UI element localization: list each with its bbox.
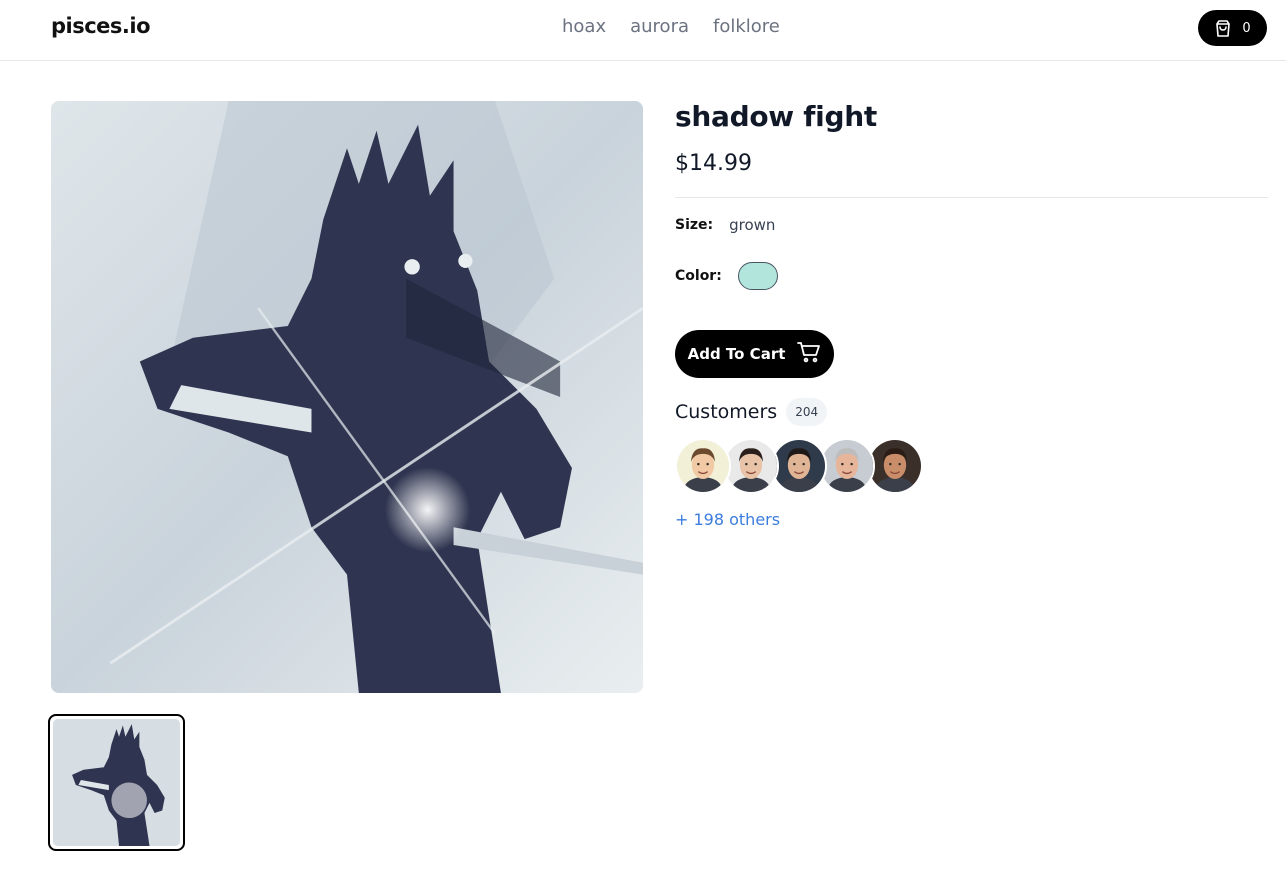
others-link[interactable]: + 198 others [675, 510, 780, 529]
product-thumbnail[interactable] [48, 714, 185, 851]
shadow-fight-artwork [51, 101, 643, 693]
shadow-fight-thumbnail-artwork [53, 719, 180, 846]
nav-link-aurora[interactable]: aurora [630, 16, 689, 37]
size-row: Size: grown [675, 216, 775, 234]
nav-link-folklore[interactable]: folklore [713, 16, 780, 37]
customers-heading: Customers 204 [675, 398, 828, 426]
color-swatch[interactable] [737, 262, 778, 290]
cart-count: 0 [1242, 20, 1251, 36]
product-price: $14.99 [675, 151, 752, 176]
add-to-cart-button[interactable]: Add To Cart [675, 330, 834, 378]
main-nav: hoax aurora folklore [562, 16, 780, 37]
nav-link-hoax[interactable]: hoax [562, 16, 606, 37]
customers-label: Customers [675, 401, 778, 423]
shopping-cart-icon [797, 341, 821, 367]
customer-avatar[interactable] [723, 438, 779, 494]
customer-avatar[interactable] [675, 438, 731, 494]
add-to-cart-label: Add To Cart [687, 345, 786, 363]
customer-avatar[interactable] [867, 438, 923, 494]
size-label: Size: [675, 217, 714, 233]
product-main-image[interactable] [51, 101, 643, 693]
customer-avatars [675, 438, 923, 494]
shopping-bag-icon [1214, 19, 1232, 38]
size-option[interactable]: grown [729, 216, 775, 234]
customers-count-badge: 204 [786, 398, 828, 426]
top-header: pisces.io hoax aurora folklore 0 [0, 0, 1286, 61]
color-label: Color: [675, 268, 722, 284]
customer-avatar[interactable] [819, 438, 875, 494]
cart-button[interactable]: 0 [1198, 10, 1267, 46]
product-title: shadow fight [675, 100, 877, 133]
site-logo[interactable]: pisces.io [51, 14, 151, 38]
color-row: Color: [675, 262, 778, 290]
divider [675, 197, 1268, 198]
customer-avatar[interactable] [771, 438, 827, 494]
